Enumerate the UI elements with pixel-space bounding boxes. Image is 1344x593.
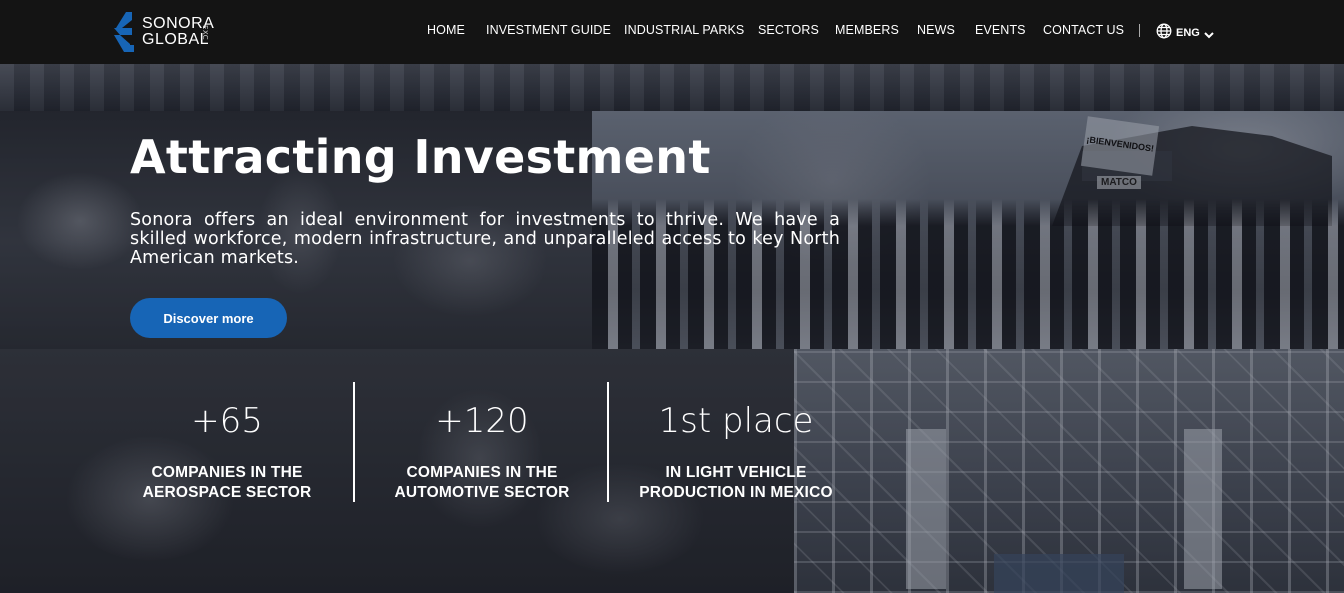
nav-industrial-parks[interactable]: INDUSTRIAL PARKS [624, 23, 744, 37]
hero-title: Attracting Investment [130, 130, 711, 184]
nav-investment-guide[interactable]: INVESTMENT GUIDE [486, 23, 611, 37]
stat-aerospace: +65 COMPANIES IN THE AEROSPACE SECTOR [115, 401, 339, 503]
stat-label: COMPANIES IN THE AEROSPACE SECTOR [142, 464, 312, 501]
stat-label: COMPANIES IN THE AUTOMOTIVE SECTOR [394, 464, 570, 501]
sonora-logo-icon [110, 11, 136, 53]
nav-news[interactable]: NEWS [917, 23, 955, 37]
nav-sectors[interactable]: SECTORS [758, 23, 819, 37]
stat-automotive: +120 COMPANIES IN THE AUTOMOTIVE SECTOR [370, 401, 594, 503]
nav-contact-us[interactable]: CONTACT US [1043, 23, 1124, 37]
language-label: ENG [1176, 27, 1200, 39]
stat-label: IN LIGHT VEHICLE PRODUCTION IN MEXICO [639, 464, 833, 501]
site-logo[interactable]: SONORA GLOBAL [110, 10, 214, 54]
stat-divider [607, 382, 609, 502]
logo-sub-text: EXC [201, 25, 209, 41]
top-navbar: SONORA GLOBAL EXC HOME INVESTMENT GUIDE … [0, 0, 1344, 64]
chevron-down-icon [1204, 24, 1214, 43]
discover-more-button[interactable]: Discover more [130, 298, 287, 338]
stat-value: +120 [435, 401, 529, 441]
stat-value: 1st place [658, 401, 814, 441]
nav-events[interactable]: EVENTS [975, 23, 1026, 37]
hero-description: Sonora offers an ideal environment for i… [130, 210, 840, 268]
nav-members[interactable]: MEMBERS [835, 23, 899, 37]
globe-icon [1156, 23, 1172, 43]
language-selector[interactable]: ENG [1156, 23, 1214, 43]
stat-divider [353, 382, 355, 502]
stat-value: +65 [191, 401, 263, 441]
nav-separator [1139, 24, 1140, 37]
nav-home[interactable]: HOME [427, 23, 465, 37]
stat-light-vehicle: 1st place IN LIGHT VEHICLE PRODUCTION IN… [624, 401, 848, 503]
